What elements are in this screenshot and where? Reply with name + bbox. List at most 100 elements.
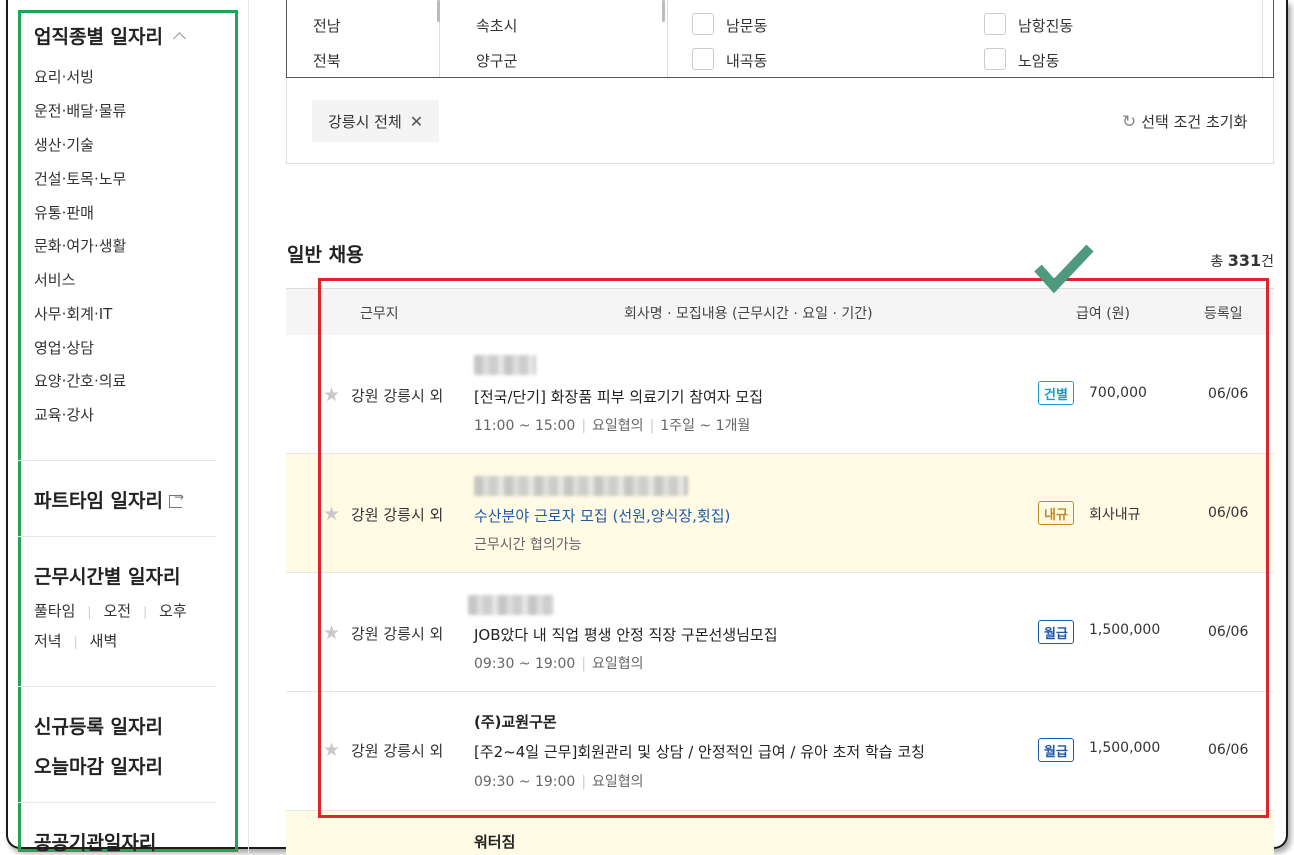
filter-chip[interactable]: 강릉시 전체 ✕ [312,100,440,142]
blurred-company-name [474,476,688,496]
dong-label[interactable]: 남항진동 [1018,15,1073,36]
job-meta: 11:00 ~ 15:00 | 요일협의 | 1주일 ~ 1개월 [474,418,751,434]
job-meta: 근무시간 협의가능 [474,537,582,553]
job-location: 강원 강릉시 외 [351,625,444,643]
worktime-evening[interactable]: 저녁 [34,632,62,650]
table-row[interactable]: ★ 강원 강릉시 외 수산분야 근로자 모집 (선원,양식장,횟집) 근무시간 … [286,454,1274,573]
job-meta: 09:30 ~ 19:00 | 요일협의 [474,774,644,790]
refresh-icon: ↻ [1122,111,1137,132]
post-date: 06/06 [1208,505,1249,521]
region-selector [286,0,1274,78]
worktime-row-1: 풀타임 | 오전 | 오후 [34,602,187,620]
post-date: 06/06 [1208,742,1249,758]
job-title[interactable]: 수산분야 근로자 모집 (선원,양식장,횟집) [474,505,730,526]
sidebar-item-service[interactable]: 서비스 [34,269,75,290]
table-header: 근무지 회사명 · 모집내용 (근무시간 · 요일 · 기간) 급여 (원) 등… [286,288,1274,335]
worktime-fulltime[interactable]: 풀타임 [34,602,75,620]
worktime-dawn[interactable]: 새벽 [90,632,118,650]
province-item[interactable]: 전북 [313,50,341,71]
sidebar-item-office[interactable]: 사무·회계·IT [34,303,112,324]
sidebar-occupation-title[interactable]: 업직종별 일자리 [34,22,186,49]
column-divider [667,0,668,77]
city-item[interactable]: 속초시 [476,15,517,36]
job-location: 강원 강릉시 외 [351,742,444,760]
pay-amount: 1,500,000 [1089,740,1161,756]
province-item[interactable]: 전남 [313,15,341,36]
sidebar-item-driving[interactable]: 운전·배달·물류 [34,100,126,121]
table-row[interactable]: ★ 강원 강릉시 외 [전국/단기] 화장품 피부 의료기기 참여자 모집 11… [286,335,1274,454]
blurred-company-name [474,355,536,375]
sidebar-item-production[interactable]: 생산·기술 [34,134,94,155]
sidebar-closing-jobs-link[interactable]: 오늘마감 일자리 [34,752,163,779]
column-divider [1262,0,1263,77]
pay-type-badge: 월급 [1038,620,1074,644]
pay-type-badge: 건별 [1038,381,1074,405]
job-title[interactable]: JOB았다 내 직업 평생 안정 직장 구몬선생님모집 [474,624,778,645]
sidebar-worktime-title: 근무시간별 일자리 [34,566,181,588]
table-row[interactable]: 워터짐 [286,811,1274,855]
worktime-row-2: 저녁 | 새벽 [34,632,118,650]
scrollbar[interactable] [437,0,440,22]
sidebar-separator [18,460,216,461]
star-icon[interactable]: ★ [323,384,340,406]
header-content: 회사명 · 모집내용 (근무시간 · 요일 · 기간) [624,306,873,322]
external-link-icon [168,490,184,508]
job-title[interactable]: [주2~4일 근무]회원관리 및 상담 / 안정적인 급여 / 유아 초저 학습… [474,741,925,762]
job-meta: 09:30 ~ 19:00 | 요일협의 [474,656,644,672]
checkmark-icon [1034,244,1094,294]
sidebar-divider [248,0,249,855]
sidebar-parttime-link[interactable]: 파트타임 일자리 [34,486,184,513]
sidebar-separator [18,802,216,803]
sidebar-separator [18,686,216,687]
pay-type-badge: 내규 [1038,501,1074,525]
job-location: 강원 강릉시 외 [351,387,444,405]
header-date: 등록일 [1204,306,1243,322]
table-row[interactable]: ★ 강원 강릉시 외 JOB았다 내 직업 평생 안정 직장 구몬선생님모집 0… [286,573,1274,692]
sidebar-new-jobs-link[interactable]: 신규등록 일자리 [34,712,163,739]
star-icon[interactable]: ★ [323,622,340,644]
sidebar-item-construction[interactable]: 건설·토목·노무 [34,168,126,189]
filter-chip-label: 강릉시 전체 [328,112,402,131]
worktime-afternoon[interactable]: 오후 [159,602,187,620]
pay-amount: 회사내규 [1089,507,1141,523]
header-pay: 급여 (원) [1076,306,1131,322]
star-icon[interactable]: ★ [323,739,340,761]
pay-amount: 1,500,000 [1089,622,1161,638]
dong-label[interactable]: 내곡동 [726,50,767,71]
star-icon[interactable]: ★ [323,503,340,525]
city-item[interactable]: 양구군 [476,50,517,71]
reset-label: 선택 조건 초기화 [1141,113,1248,131]
sidebar-public-jobs-link[interactable]: 공공기관일자리 [34,828,156,855]
pay-type-badge: 월급 [1038,738,1074,762]
dong-checkbox[interactable] [984,13,1006,35]
job-title[interactable]: [전국/단기] 화장품 피부 의료기기 참여자 모집 [474,386,763,407]
scrollbar[interactable] [662,0,665,22]
table-row[interactable]: ★ 강원 강릉시 외 (주)교원구몬 [주2~4일 근무]회원관리 및 상담 /… [286,692,1274,811]
sidebar-separator [18,536,216,537]
dong-checkbox[interactable] [692,48,714,70]
total-count: 총 331건 [1210,251,1274,270]
sidebar-item-medical[interactable]: 요양·간호·의료 [34,370,126,391]
dong-checkbox[interactable] [692,13,714,35]
reset-filters-button[interactable]: ↻ 선택 조건 초기화 [1122,111,1247,132]
close-icon[interactable]: ✕ [410,112,423,131]
sidebar-item-culture[interactable]: 문화·여가·생활 [34,235,126,256]
company-name[interactable]: (주)교원구몬 [474,711,557,732]
header-location: 근무지 [360,306,399,322]
post-date: 06/06 [1208,386,1249,402]
sidebar-item-retail[interactable]: 유통·판매 [34,202,94,223]
sidebar-item-education[interactable]: 교육·강사 [34,404,94,425]
blurred-company-name [468,595,554,615]
job-location: 강원 강릉시 외 [351,506,444,524]
dong-label[interactable]: 남문동 [726,15,767,36]
dong-checkbox[interactable] [984,48,1006,70]
sidebar-item-sales[interactable]: 영업·상담 [34,337,94,358]
post-date: 06/06 [1208,624,1249,640]
list-title: 일반 채용 [287,244,364,266]
worktime-morning[interactable]: 오전 [103,602,131,620]
chevron-up-icon [173,32,186,45]
sidebar-item-cooking[interactable]: 요리·서빙 [34,66,94,87]
company-name[interactable]: 워터짐 [474,831,515,852]
pay-amount: 700,000 [1089,385,1147,401]
dong-label[interactable]: 노암동 [1018,50,1059,71]
